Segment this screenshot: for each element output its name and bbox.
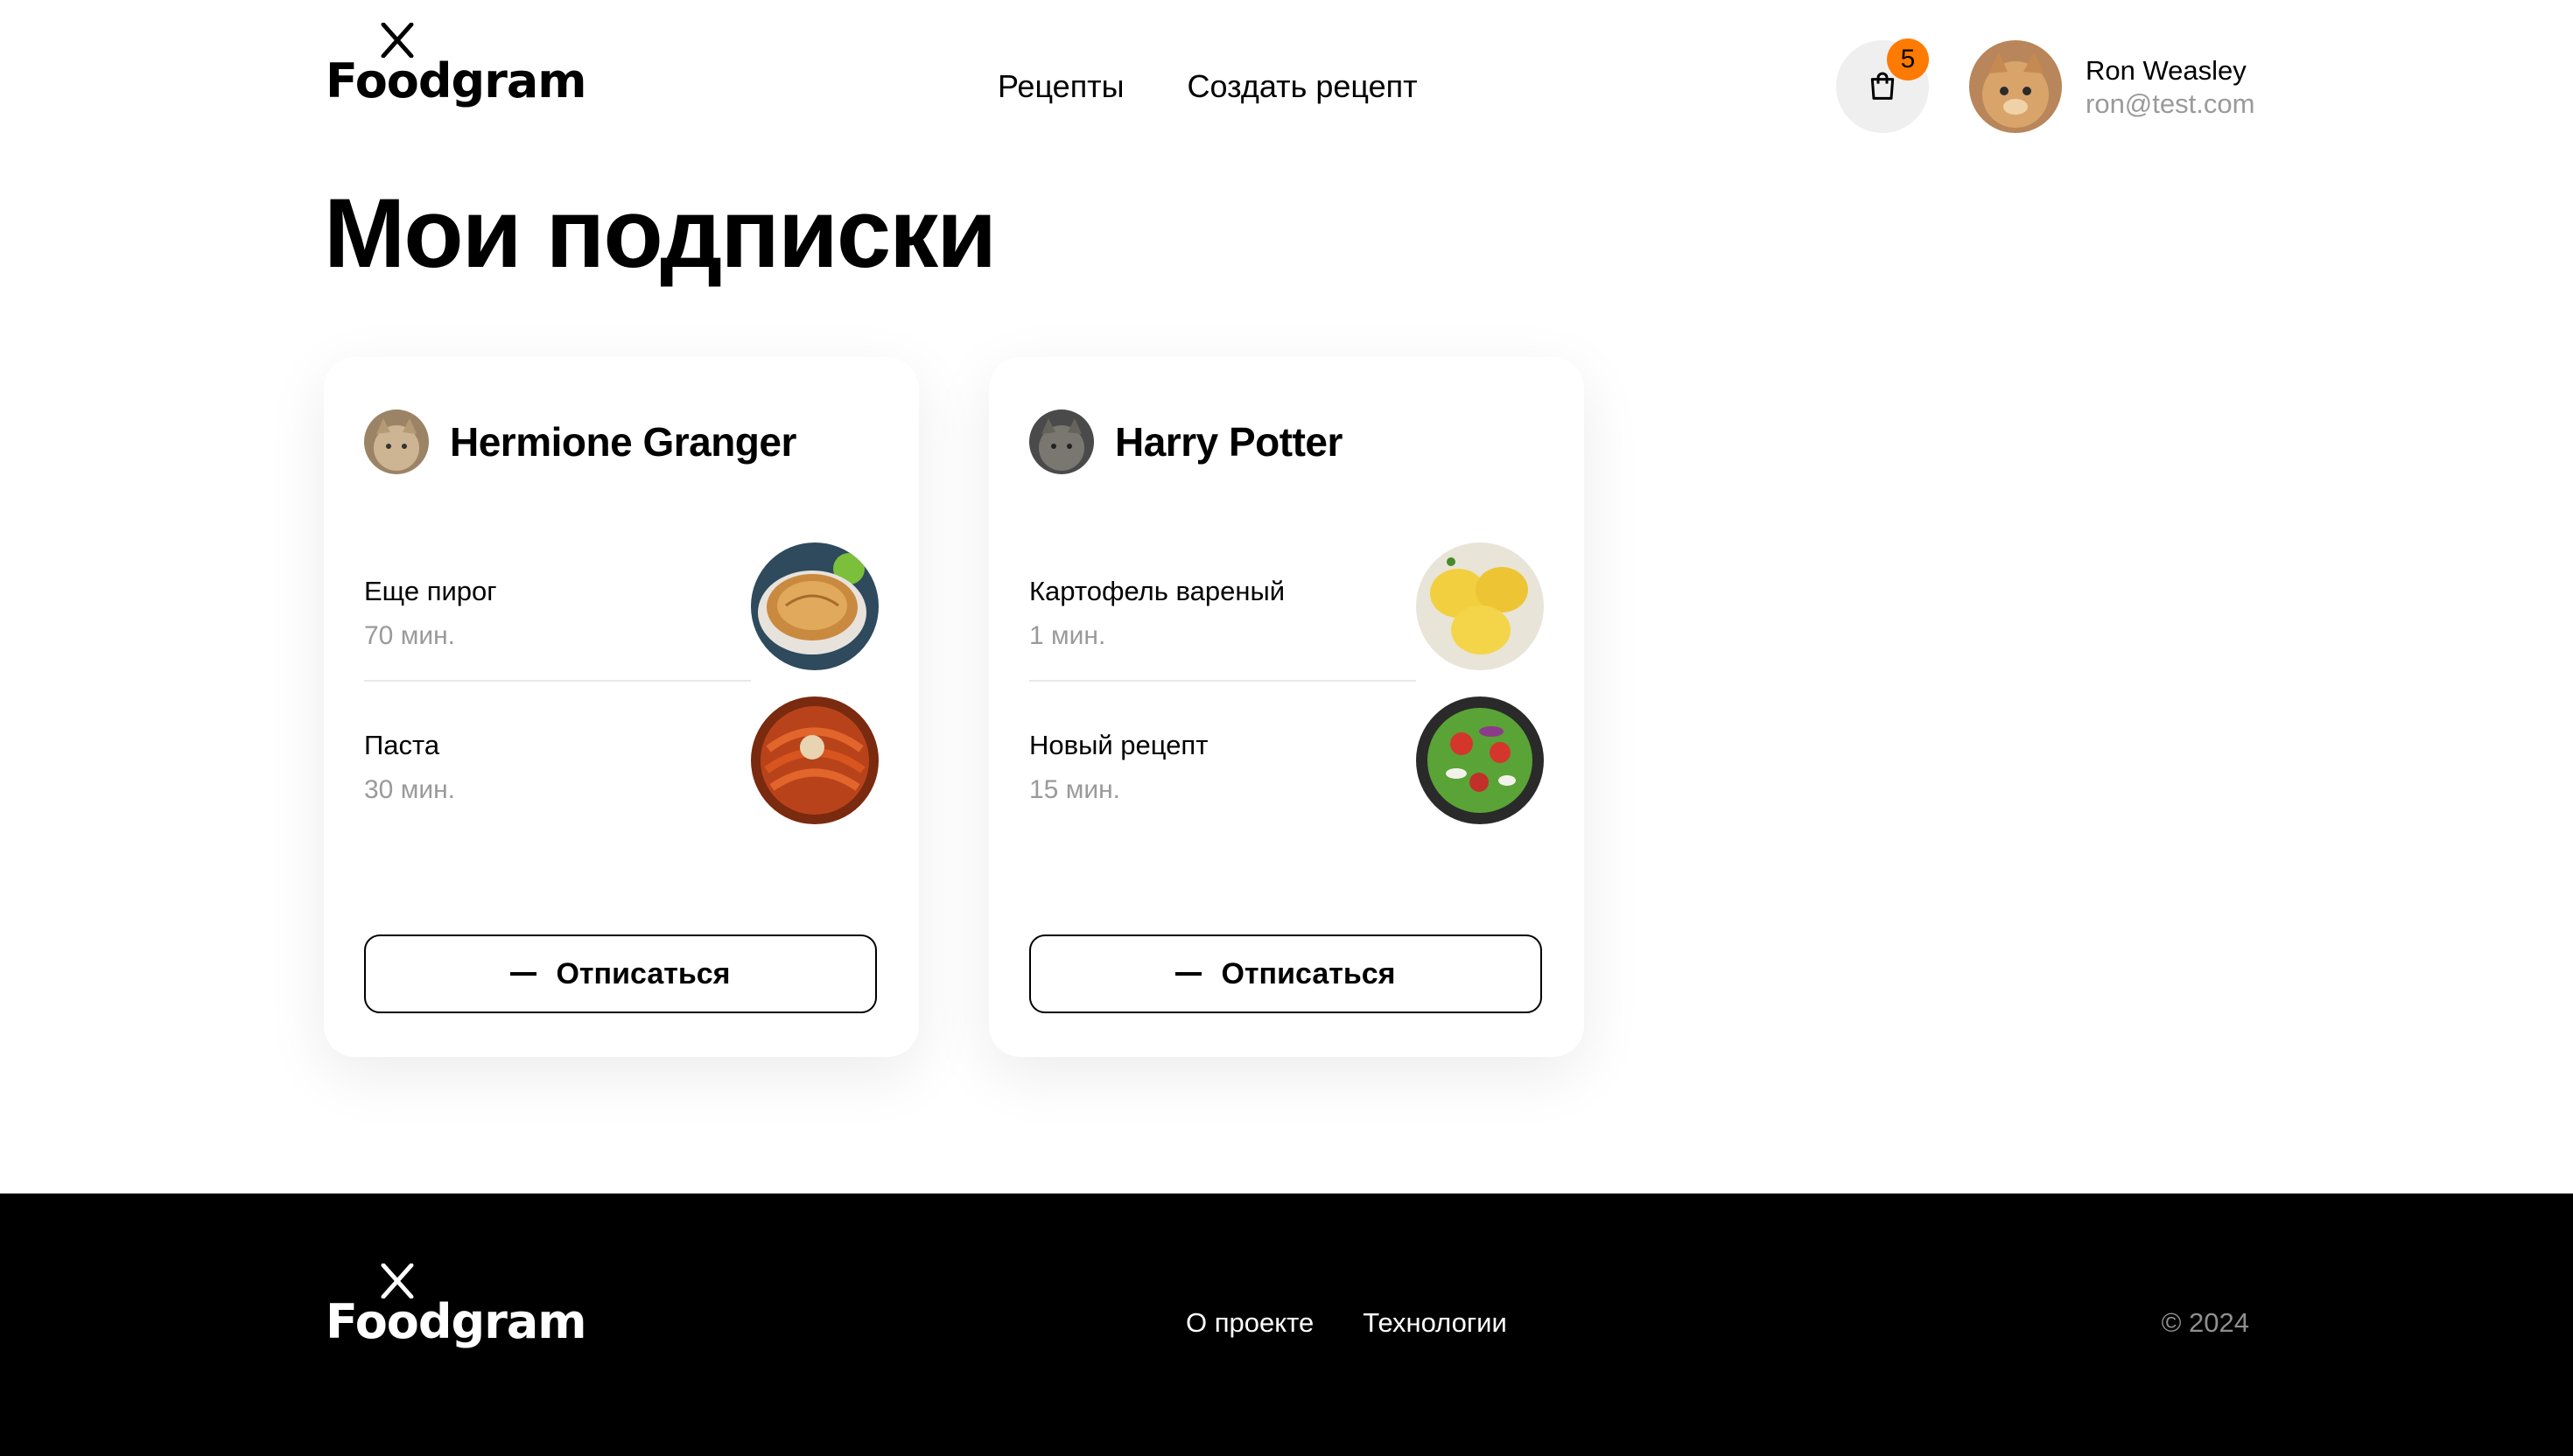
divider [364, 680, 751, 682]
author-name: Hermione Granger [450, 419, 796, 465]
nav-create-recipe[interactable]: Создать рецепт [1188, 68, 1418, 105]
footer-links: О проекте Технологии [1186, 1307, 1507, 1339]
author-avatar [364, 410, 429, 474]
footer-link-tech[interactable]: Технологии [1363, 1307, 1507, 1339]
unsubscribe-label: Отписаться [1221, 956, 1396, 990]
cart-button[interactable]: 5 [1836, 38, 1929, 133]
recipe-time: 30 мин. [364, 775, 455, 804]
divider [1029, 680, 1416, 682]
user-avatar[interactable] [1969, 40, 2062, 133]
recipe-time: 70 мин. [364, 621, 455, 650]
recipe-name[interactable]: Еще пирог [364, 576, 497, 607]
logo-text: Foodgram [326, 53, 587, 108]
recipe-image-pie[interactable] [751, 542, 879, 670]
recipe-time: 1 мин. [1029, 621, 1106, 650]
subscription-card: Harry Potter Картофель вареный 1 мин. Но… [989, 357, 1584, 1057]
cart-count-badge: 5 [1887, 38, 1929, 80]
author-header[interactable]: Harry Potter [1029, 410, 1343, 474]
unsubscribe-label: Отписаться [556, 956, 731, 990]
recipe-item[interactable]: Картофель вареный 1 мин. [1029, 542, 1544, 674]
recipe-item[interactable]: Еще пирог 70 мин. [364, 542, 879, 674]
recipe-image-potatoes[interactable] [1416, 542, 1544, 670]
nav-recipes[interactable]: Рецепты [998, 68, 1125, 105]
author-avatar [1029, 410, 1094, 474]
recipe-time: 15 мин. [1029, 775, 1120, 804]
footer-logo-text: Foodgram [326, 1294, 587, 1349]
user-email: ron@test.com [2086, 88, 2255, 119]
footer-logo[interactable]: Foodgram [326, 1264, 587, 1349]
unsubscribe-button[interactable]: Отписаться [1029, 934, 1542, 1013]
recipe-image-pasta[interactable] [751, 696, 879, 824]
recipe-image-salad[interactable] [1416, 696, 1544, 824]
author-header[interactable]: Hermione Granger [364, 410, 796, 474]
cat-avatar-image [1969, 40, 2062, 133]
main-nav: Рецепты Создать рецепт [998, 68, 1418, 105]
logo[interactable]: Foodgram [326, 23, 587, 108]
recipe-item[interactable]: Новый рецепт 15 мин. [1029, 696, 1544, 828]
page-title: Мои подписки [324, 178, 997, 288]
footer: Foodgram О проекте Технологии © 2024 [0, 1194, 2573, 1456]
minus-icon [1175, 972, 1202, 976]
header: Foodgram Рецепты Создать рецепт 5 Ron We… [0, 0, 2573, 175]
footer-link-about[interactable]: О проекте [1186, 1307, 1314, 1339]
subscription-card: Hermione Granger Еще пирог 70 мин. Паста… [324, 357, 919, 1057]
recipe-name[interactable]: Картофель вареный [1029, 576, 1285, 607]
fork-knife-icon [381, 23, 414, 58]
unsubscribe-button[interactable]: Отписаться [364, 934, 877, 1013]
user-name: Ron Weasley [2086, 55, 2247, 86]
copyright: © 2024 [2161, 1307, 2249, 1338]
recipe-name[interactable]: Паста [364, 730, 439, 761]
recipe-item[interactable]: Паста 30 мин. [364, 696, 879, 828]
fork-knife-icon [381, 1264, 414, 1298]
recipe-name[interactable]: Новый рецепт [1029, 730, 1208, 761]
minus-icon [510, 972, 537, 976]
author-name: Harry Potter [1115, 419, 1343, 465]
